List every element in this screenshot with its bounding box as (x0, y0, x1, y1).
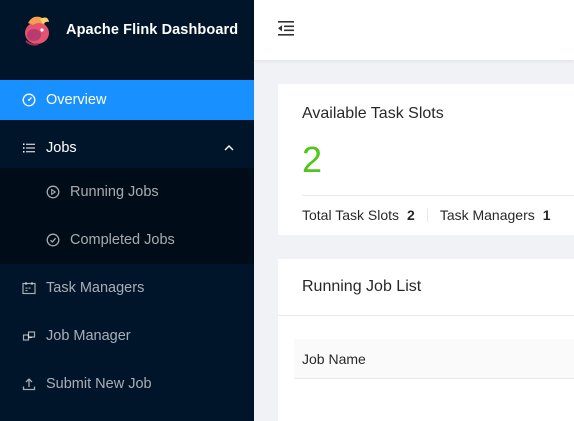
play-circle-icon (46, 185, 60, 199)
sidebar-item-label: Job Manager (46, 328, 131, 344)
footer-divider (426, 208, 428, 222)
sidebar-item-task-managers[interactable]: Task Managers (0, 268, 254, 308)
sidebar-item-label: Task Managers (46, 280, 145, 296)
app-title: Apache Flink Dashboard (66, 22, 239, 38)
list-icon (22, 141, 36, 155)
task-slots-title: Available Task Slots (302, 105, 444, 122)
sidebar-item-jobs[interactable]: Jobs (0, 128, 254, 168)
dashboard-icon (22, 93, 36, 107)
column-header-job-name[interactable]: Job Name (302, 351, 366, 367)
menu-fold-icon[interactable] (276, 18, 296, 38)
upload-icon (22, 377, 36, 391)
sidebar-item-job-manager[interactable]: Job Manager (0, 316, 254, 356)
top-header (254, 0, 574, 60)
sidebar-menu: Overview Jobs Running Jobs Completed Job… (0, 80, 254, 412)
task-managers-value: 1 (542, 207, 551, 223)
sidebar: Apache Flink Dashboard Overview Jobs Run… (0, 0, 254, 421)
sidebar-item-running-jobs[interactable]: Running Jobs (0, 172, 254, 212)
task-managers-label: Task Managers (439, 207, 535, 223)
jobs-submenu: Running Jobs Completed Jobs (0, 168, 254, 264)
chevron-up-icon (222, 141, 236, 155)
flink-logo-icon (22, 13, 52, 47)
running-job-list-title: Running Job List (278, 259, 574, 316)
running-job-list-card: Running Job List Job Name (278, 259, 574, 421)
sidebar-item-submit-new-job[interactable]: Submit New Job (0, 364, 254, 404)
check-circle-icon (46, 233, 60, 247)
sidebar-item-completed-jobs[interactable]: Completed Jobs (0, 220, 254, 260)
sidebar-item-label: Overview (46, 92, 107, 108)
available-slots-value: 2 (302, 139, 323, 180)
schedule-icon (22, 281, 36, 295)
total-task-slots-label: Total Task Slots (302, 207, 400, 223)
sidebar-item-label: Submit New Job (46, 376, 152, 392)
task-slots-card: Available Task Slots 2 Total Task Slots … (278, 84, 574, 235)
card-divider (302, 195, 574, 196)
brand[interactable]: Apache Flink Dashboard (0, 0, 254, 60)
sidebar-item-overview[interactable]: Overview (0, 80, 254, 120)
sidebar-item-label: Running Jobs (70, 184, 159, 200)
sidebar-item-label: Completed Jobs (70, 232, 175, 248)
task-slots-footer: Total Task Slots 2 Task Managers 1 (302, 207, 551, 223)
table-header: Job Name (294, 339, 574, 379)
sidebar-item-label: Jobs (46, 140, 77, 156)
total-task-slots-value: 2 (407, 207, 415, 223)
build-icon (22, 329, 36, 343)
